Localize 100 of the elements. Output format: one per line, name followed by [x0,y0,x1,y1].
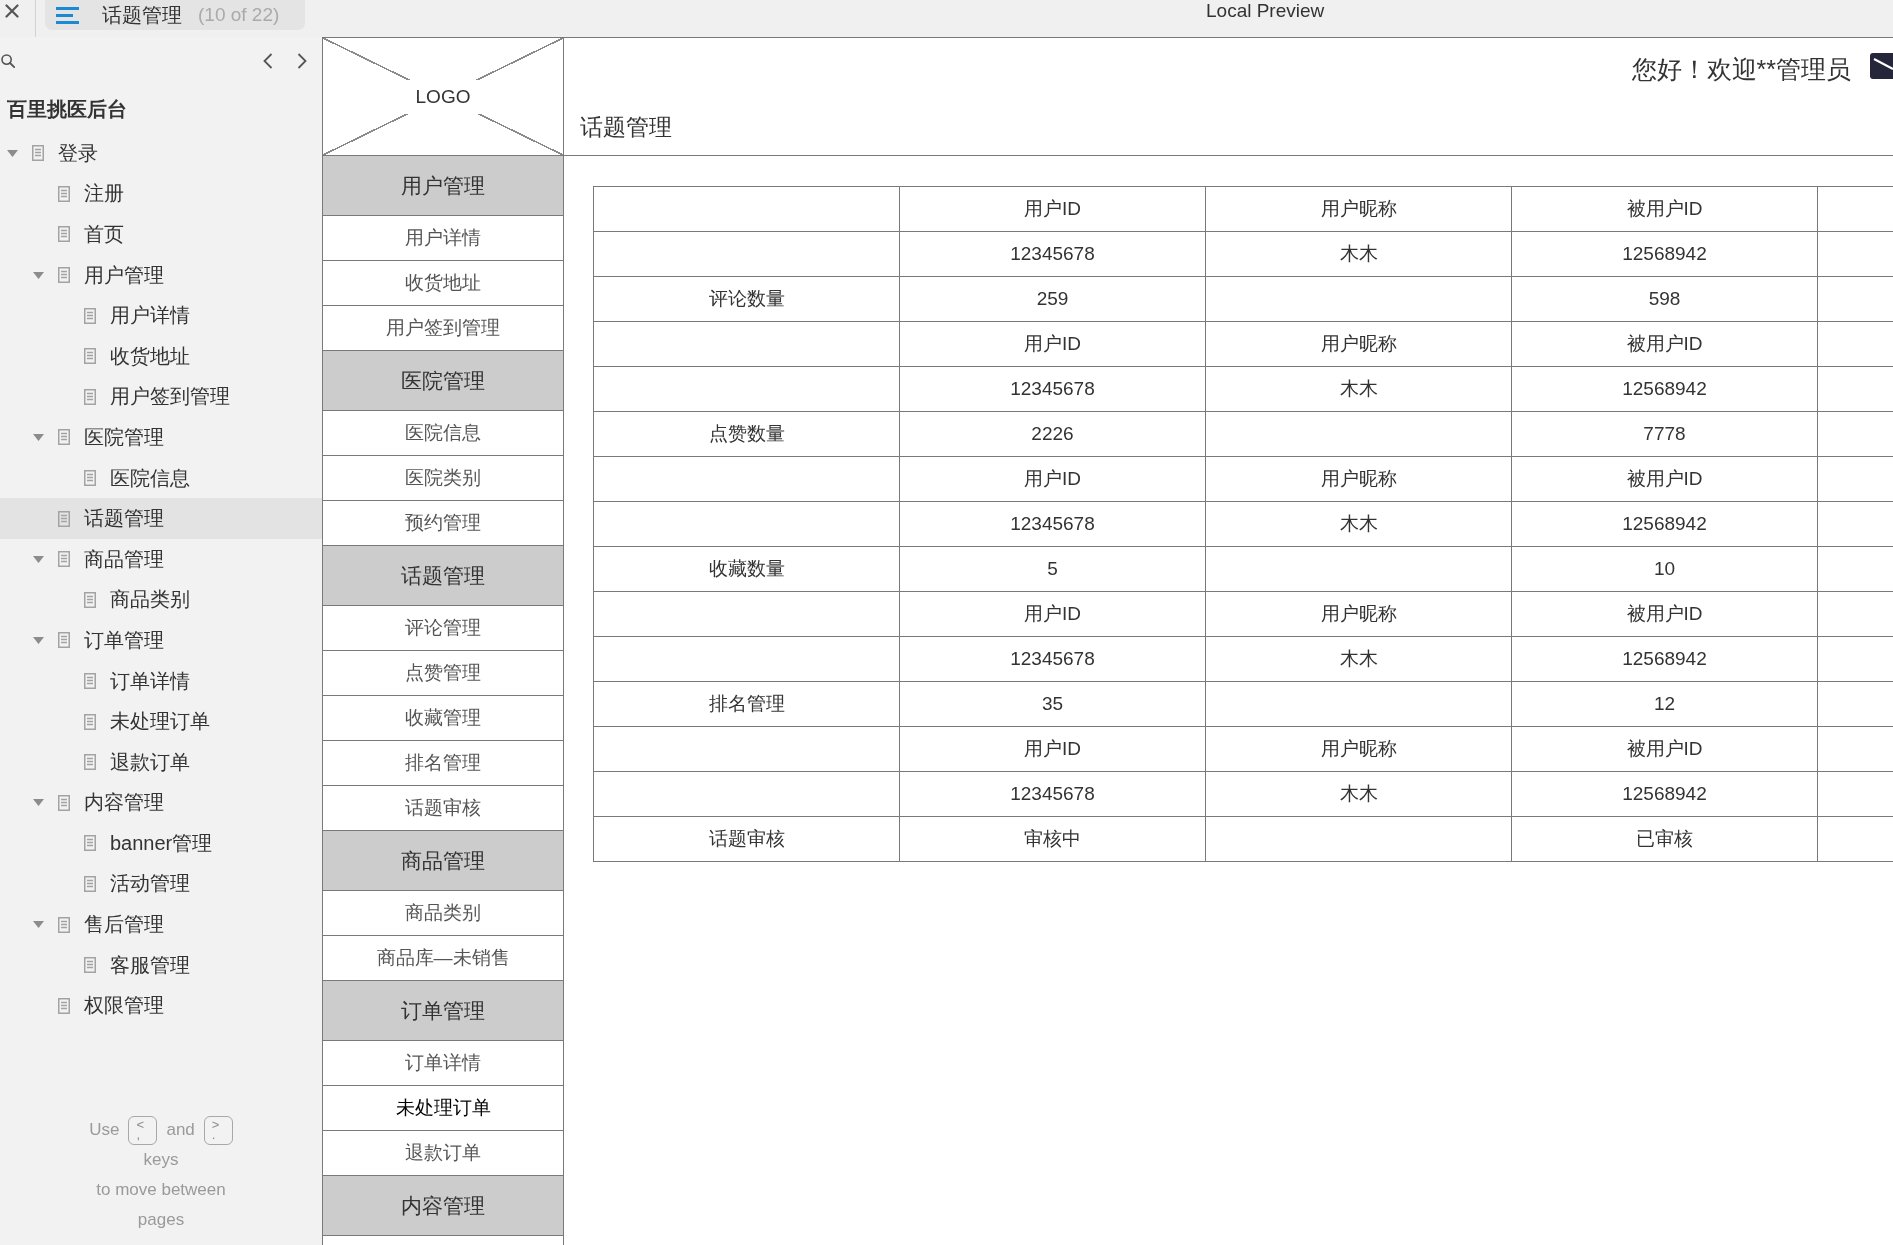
caret-down-icon[interactable] [32,799,44,807]
page-icon [84,876,96,892]
page-icon [58,794,70,811]
tree-item[interactable]: 订单详情 [0,660,322,702]
caret-down-icon[interactable] [32,555,44,563]
caret-down-icon[interactable] [32,636,44,644]
table-cell: 用户ID [900,457,1206,502]
table-cell: 木木 [1206,637,1512,682]
page-title: 话题管理 [580,113,672,142]
table-cell: 木木 [1206,772,1512,817]
table-cell: 用户ID [900,322,1206,367]
envelope-icon[interactable] [1870,53,1893,79]
table-cell: 12345678 [900,637,1206,682]
table-cell: 点赞数量 [594,412,900,457]
page-icon [58,916,70,933]
table-cell: 被用户ID [1512,727,1818,772]
close-icon[interactable] [5,4,19,18]
page-icon [84,388,96,405]
tree-item[interactable]: 活动管理 [0,863,322,905]
page-icon [84,713,96,730]
project-title: 百里挑医后台 [7,96,127,122]
keyboard-key: < , [128,1115,158,1145]
tree-item[interactable]: 售后管理 [0,904,322,945]
page-icon [58,632,70,649]
page-icon [58,185,70,202]
nav-group-header[interactable]: 商品管理 [323,831,563,891]
page-icon [32,145,44,162]
page-icon [58,997,70,1014]
table-cell: 审核中 [900,817,1206,862]
hint-text: pages [137,1209,185,1231]
tree-item[interactable]: 话题管理 [0,498,322,539]
table-cell: 被用户ID [1512,457,1818,502]
hint-text: keys [143,1149,179,1171]
table-cell: 用户昵称 [1206,727,1512,772]
caret-down-icon[interactable] [32,433,44,441]
caret-down-icon[interactable] [6,149,18,157]
tree-item[interactable]: 客服管理 [0,944,322,986]
table-cell: 12345678 [900,367,1206,412]
page-tab[interactable]: 话题管理 (10 of 22) [45,0,305,30]
chevron-right-icon[interactable] [297,53,307,69]
tree-item[interactable]: 医院信息 [0,457,322,499]
menu-icon [56,6,79,24]
table-cell: 用户ID [900,592,1206,637]
table-cell: 12 [1512,682,1818,727]
table-cell: 12568942 [1512,637,1818,682]
page-icon [58,226,70,243]
page-icon [58,551,70,568]
table-cell: 10 [1512,547,1818,592]
logo-text: LOGO [403,79,483,114]
search-icon[interactable] [1,54,15,68]
page-icon [58,429,70,446]
tree-item[interactable]: 内容管理 [0,782,322,824]
table-cell: 已审核 [1512,817,1818,862]
table-cell: 被用户ID [1512,187,1818,232]
tree-item[interactable]: 退款订单 [0,741,322,783]
table-cell: 12345678 [900,772,1206,817]
caret-down-icon[interactable] [32,921,44,929]
nav-group-header[interactable]: 用户管理 [323,156,563,216]
table-cell: 话题审核 [594,817,900,862]
table-cell: 被用户ID [1512,592,1818,637]
table-cell: 用户ID [900,727,1206,772]
tree-item[interactable]: 商品类别 [0,579,322,621]
nav-group-header[interactable]: 话题管理 [323,546,563,606]
tree-item[interactable]: 用户签到管理 [0,376,322,418]
nav-group-header[interactable]: 医院管理 [323,351,563,411]
table-cell: 12568942 [1512,502,1818,547]
table-cell: 木木 [1206,232,1512,277]
tree-item[interactable]: 订单管理 [0,620,322,661]
tree-item[interactable]: 登录 [0,133,322,174]
tree-item[interactable]: 用户管理 [0,254,322,296]
nav-group-header[interactable]: 内容管理 [323,1176,563,1236]
tree-item[interactable]: 未处理订单 [0,701,322,742]
table-cell: 木木 [1206,367,1512,412]
table-cell: 12568942 [1512,772,1818,817]
table-cell: 评论数量 [594,277,900,322]
page-icon [84,673,96,689]
table-cell: 12568942 [1512,232,1818,277]
page-icon [58,510,70,527]
hint-text: Use [89,1120,120,1140]
table-cell: 2226 [900,412,1206,457]
table-cell: 排名管理 [594,682,900,727]
table-cell: 12345678 [900,502,1206,547]
chevron-left-icon[interactable] [263,53,273,69]
tree-item[interactable]: 用户详情 [0,295,322,336]
tree-item[interactable]: 首页 [0,214,322,255]
table-cell: 598 [1512,277,1818,322]
table-cell: 用户昵称 [1206,592,1512,637]
tree-item[interactable]: 收货地址 [0,335,322,377]
table-cell: 用户昵称 [1206,457,1512,502]
caret-down-icon[interactable] [32,271,44,279]
tree-item[interactable]: 注册 [0,173,322,215]
page-icon [84,348,96,365]
tree-item[interactable]: 医院管理 [0,417,322,458]
hint-text: to move between [96,1179,226,1201]
tree-item[interactable]: 权限管理 [0,985,322,1027]
table-cell: 7778 [1512,412,1818,457]
tree-item[interactable]: 商品管理 [0,538,322,580]
keyboard-key: > . [203,1115,233,1145]
tree-item[interactable]: banner管理 [0,823,322,864]
nav-group-header[interactable]: 订单管理 [323,981,563,1041]
